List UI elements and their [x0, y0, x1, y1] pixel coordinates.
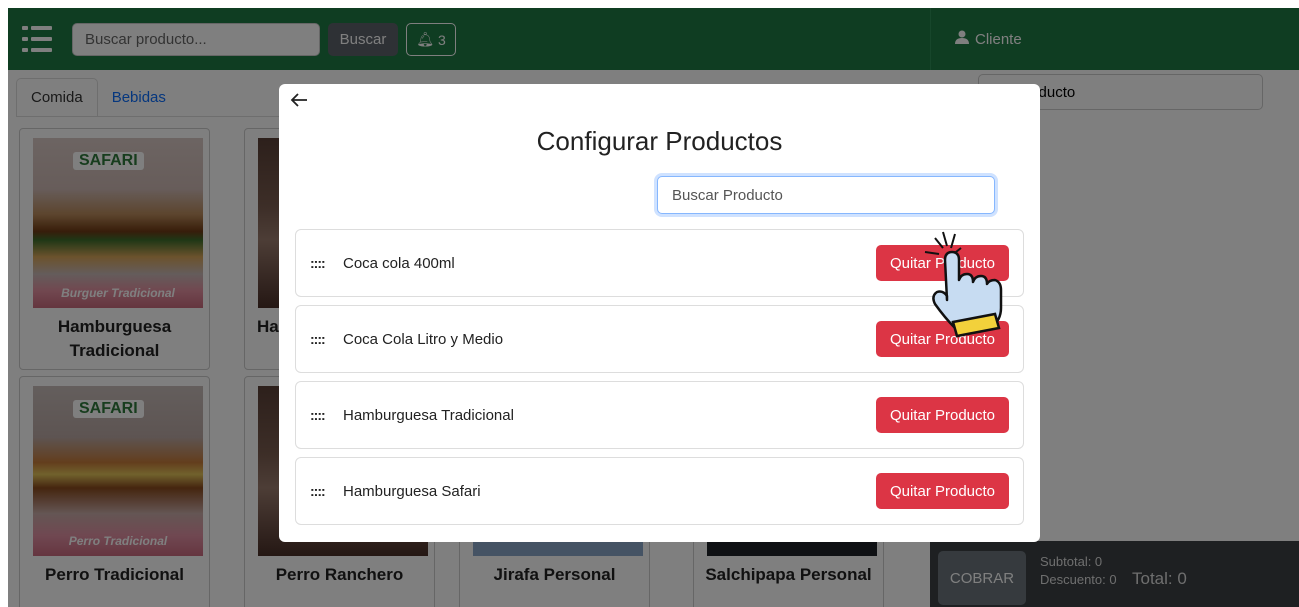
item-label: Hamburguesa Tradicional — [343, 407, 514, 424]
drag-handle-icon[interactable]: :::: — [310, 483, 326, 499]
modal-search-input[interactable] — [657, 176, 995, 214]
item-label: Coca Cola Litro y Medio — [343, 331, 504, 348]
list-item[interactable]: :::: Hamburguesa Tradicional Quitar Prod… — [295, 381, 1024, 449]
item-label: Hamburguesa Safari — [343, 483, 481, 500]
drag-handle-icon[interactable]: :::: — [310, 407, 326, 423]
modal-title: Configurar Productos — [536, 126, 783, 156]
remove-product-button[interactable]: Quitar Producto — [876, 473, 1009, 509]
drag-handle-icon[interactable]: :::: — [310, 331, 326, 347]
list-item[interactable]: :::: Hamburguesa Safari Quitar Producto — [295, 457, 1024, 525]
pointer-hand-icon — [924, 231, 1003, 338]
back-arrow-icon[interactable] — [289, 90, 309, 116]
drag-handle-icon[interactable]: :::: — [310, 255, 326, 271]
item-label: Coca cola 400ml — [343, 255, 455, 272]
remove-product-button[interactable]: Quitar Producto — [876, 397, 1009, 433]
